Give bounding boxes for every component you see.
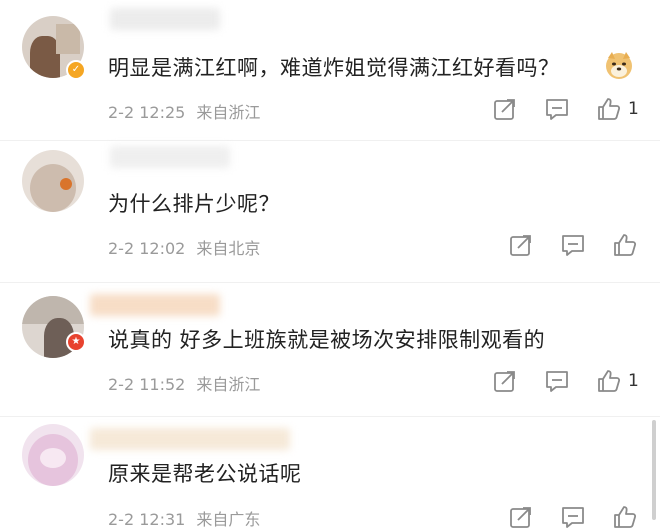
comment-time: 2-2 12:31: [108, 510, 186, 529]
share-icon: [510, 235, 531, 256]
thumbs-up-icon: [614, 234, 637, 256]
comment-text: 说真的 好多上班族就是被场次安排限制观看的: [108, 328, 546, 352]
comment-icon: [562, 507, 584, 528]
comment-meta: 2-2 12:25 来自浙江: [108, 99, 260, 123]
verified-badge-icon: ✓: [66, 60, 86, 80]
reply-button[interactable]: [544, 96, 572, 124]
scrollbar[interactable]: [652, 420, 656, 520]
comment-meta: 2-2 12:02 来自北京: [108, 235, 260, 259]
reply-button[interactable]: [544, 368, 572, 396]
like-count: 1: [628, 99, 639, 119]
comment-meta: 2-2 12:31 来自广东: [108, 506, 260, 530]
comment-meta: 2-2 11:52 来自浙江: [108, 371, 260, 395]
like-button[interactable]: [596, 96, 624, 124]
username-blurred[interactable]: [90, 294, 220, 316]
comment-location: 来自广东: [196, 510, 261, 529]
username-blurred[interactable]: [90, 428, 290, 450]
comment-time: 2-2 12:25: [108, 103, 186, 122]
comment-location: 来自北京: [196, 239, 261, 258]
thumbs-up-icon: [598, 370, 621, 392]
like-button[interactable]: [596, 368, 624, 396]
share-button[interactable]: [508, 504, 536, 532]
comment-actions: 1: [492, 368, 652, 396]
comment-time: 2-2 11:52: [108, 375, 186, 394]
like-count: 1: [628, 371, 639, 391]
comment-icon: [546, 371, 568, 392]
reply-button[interactable]: [560, 504, 588, 532]
share-button[interactable]: [508, 232, 536, 260]
avatar[interactable]: [22, 150, 84, 212]
username-blurred[interactable]: [110, 8, 220, 30]
comment-actions: 1: [492, 96, 652, 124]
share-button[interactable]: [492, 368, 520, 396]
comment-icon: [562, 235, 584, 256]
vip-badge-icon: ★: [66, 332, 86, 352]
comment-time: 2-2 12:02: [108, 239, 186, 258]
share-icon: [494, 371, 515, 392]
share-icon: [494, 99, 515, 120]
comment-item: ✓ 明显是满江红啊，难道炸姐觉得满江红好看吗？ 2-2 12:25 来自浙江 1: [0, 0, 660, 140]
comment-actions: [508, 232, 648, 260]
comment-actions: [508, 504, 648, 532]
thumbs-up-icon: [614, 506, 637, 528]
share-button[interactable]: [492, 96, 520, 124]
comment-text: 为什么排片少呢？: [108, 192, 280, 216]
like-button[interactable]: [612, 504, 640, 532]
share-icon: [510, 507, 531, 528]
comment-icon: [546, 99, 568, 120]
reply-button[interactable]: [560, 232, 588, 260]
comment-item: 原来是帮老公说话呢 2-2 12:31 来自广东: [0, 416, 660, 529]
avatar[interactable]: [22, 424, 84, 486]
comment-location: 来自浙江: [196, 375, 261, 394]
thumbs-up-icon: [598, 98, 621, 120]
comment-location: 来自浙江: [196, 103, 261, 122]
username-blurred[interactable]: [110, 146, 230, 168]
like-button[interactable]: [612, 232, 640, 260]
doge-emoji-icon: [604, 50, 634, 80]
comment-text: 原来是帮老公说话呢: [108, 462, 302, 486]
comment-text: 明显是满江红啊，难道炸姐觉得满江红好看吗？: [108, 56, 560, 80]
comment-item: 为什么排片少呢？ 2-2 12:02 来自北京: [0, 140, 660, 282]
comment-item: ★ 说真的 好多上班族就是被场次安排限制观看的 2-2 11:52 来自浙江 1: [0, 282, 660, 416]
